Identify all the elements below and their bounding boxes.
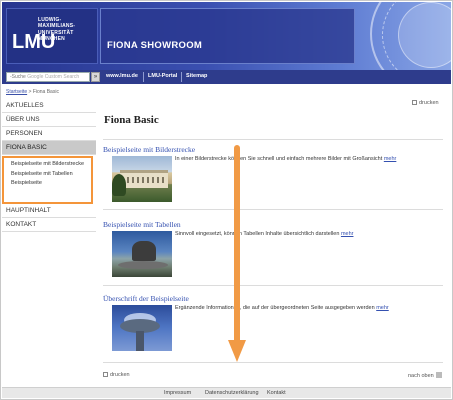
lmu-logo[interactable]: LMU LUDWIG- MAXIMILIANS- UNIVERSITÄT MÜN…	[6, 8, 98, 64]
scroll-down-arrow-icon	[228, 340, 246, 362]
section-teaser: Ergänzende Informationen, die auf der üb…	[175, 305, 389, 311]
sidebar-submenu-highlight: Beispielseite mit Bilderstrecke Beispiel…	[2, 156, 93, 204]
breadcrumb-current: Fiona Basic	[32, 89, 59, 95]
nav-link-lmu[interactable]: www.lmu.de	[106, 73, 138, 79]
footer-link-impressum[interactable]: Impressum	[164, 390, 191, 396]
nav-divider	[143, 72, 144, 82]
site-title: FIONA SHOWROOM	[107, 40, 203, 51]
print-link-bottom[interactable]: drucken	[103, 372, 130, 378]
arrow-up-icon	[435, 372, 442, 378]
site-title-banner: FIONA SHOWROOM	[100, 8, 355, 64]
nav-divider	[181, 72, 182, 82]
divider	[103, 285, 443, 286]
thumbnail-building[interactable]	[112, 156, 172, 202]
back-to-top-link[interactable]: nach oben	[408, 372, 442, 379]
print-icon	[412, 100, 417, 105]
sidebar-item-kontakt[interactable]: KONTAKT	[2, 218, 96, 232]
search-placeholder: -Suche	[10, 74, 26, 80]
sidebar-item-fiona-basic[interactable]: FIONA BASIC	[2, 141, 96, 155]
more-link[interactable]: mehr	[384, 156, 397, 162]
university-seal-icon	[370, 2, 451, 70]
section-teaser: In einer Bilderstrecke können Sie schnel…	[175, 156, 397, 162]
section-title-bilderstrecke[interactable]: Beispielseite mit Bilderstrecke	[103, 145, 195, 154]
search-icon: »	[93, 74, 98, 80]
footer-link-datenschutz[interactable]: Datenschutzerklärung	[205, 390, 259, 396]
more-link[interactable]: mehr	[376, 305, 389, 311]
search-hint: Google Custom Search	[27, 74, 80, 80]
breadcrumb-home[interactable]: Startseite	[6, 89, 27, 95]
print-link-top[interactable]: drucken	[412, 100, 439, 106]
divider	[103, 139, 443, 140]
search-input[interactable]: -Suche Google Custom Search	[6, 72, 90, 82]
thumbnail-fountain[interactable]	[112, 231, 172, 277]
breadcrumb: Startseite > Fiona Basic	[6, 89, 59, 95]
footer-link-kontakt[interactable]: Kontakt	[267, 390, 286, 396]
logo-wordmark: LUDWIG- MAXIMILIANS- UNIVERSITÄT MÜNCHEN	[38, 17, 76, 42]
page-title: Fiona Basic	[104, 114, 159, 126]
sidebar-nav: AKTUELLES ÜBER UNS PERSONEN FIONA BASIC …	[2, 99, 96, 232]
section-title-beispielseite[interactable]: Überschrift der Beispielseite	[103, 294, 189, 303]
search-button[interactable]: »	[91, 72, 100, 82]
sidebar-item-hauptinhalt[interactable]: HAUPTINHALT	[2, 204, 96, 218]
section-teaser: Sinnvoll eingesetzt, können Tabellen Inh…	[175, 231, 354, 237]
sidebar-subitem-tabellen[interactable]: Beispielseite mit Tabellen	[11, 171, 91, 178]
nav-link-portal[interactable]: LMU-Portal	[148, 73, 177, 79]
top-navbar: -Suche Google Custom Search » www.lmu.de…	[2, 70, 451, 84]
breadcrumb-separator: >	[28, 89, 32, 95]
site-footer: Impressum Datenschutzerklärung Kontakt	[2, 387, 451, 398]
sidebar-subitem-bilderstrecke[interactable]: Beispielseite mit Bilderstrecke	[11, 161, 91, 168]
section-title-tabellen[interactable]: Beispielseite mit Tabellen	[103, 220, 181, 229]
thumbnail-fountain-sky[interactable]	[112, 305, 172, 351]
sidebar-item-aktuelles[interactable]: AKTUELLES	[2, 99, 96, 113]
scroll-down-arrow-shaft	[234, 145, 240, 345]
sidebar-subitem-beispielseite[interactable]: Beispielseite	[11, 180, 91, 187]
sidebar-item-ueber-uns[interactable]: ÜBER UNS	[2, 113, 96, 127]
more-link[interactable]: mehr	[341, 231, 354, 237]
print-icon	[103, 372, 108, 377]
divider	[103, 362, 443, 363]
sidebar-item-personen[interactable]: PERSONEN	[2, 127, 96, 141]
site-header: LMU LUDWIG- MAXIMILIANS- UNIVERSITÄT MÜN…	[2, 2, 451, 70]
divider	[103, 209, 443, 210]
nav-link-sitemap[interactable]: Sitemap	[186, 73, 207, 79]
